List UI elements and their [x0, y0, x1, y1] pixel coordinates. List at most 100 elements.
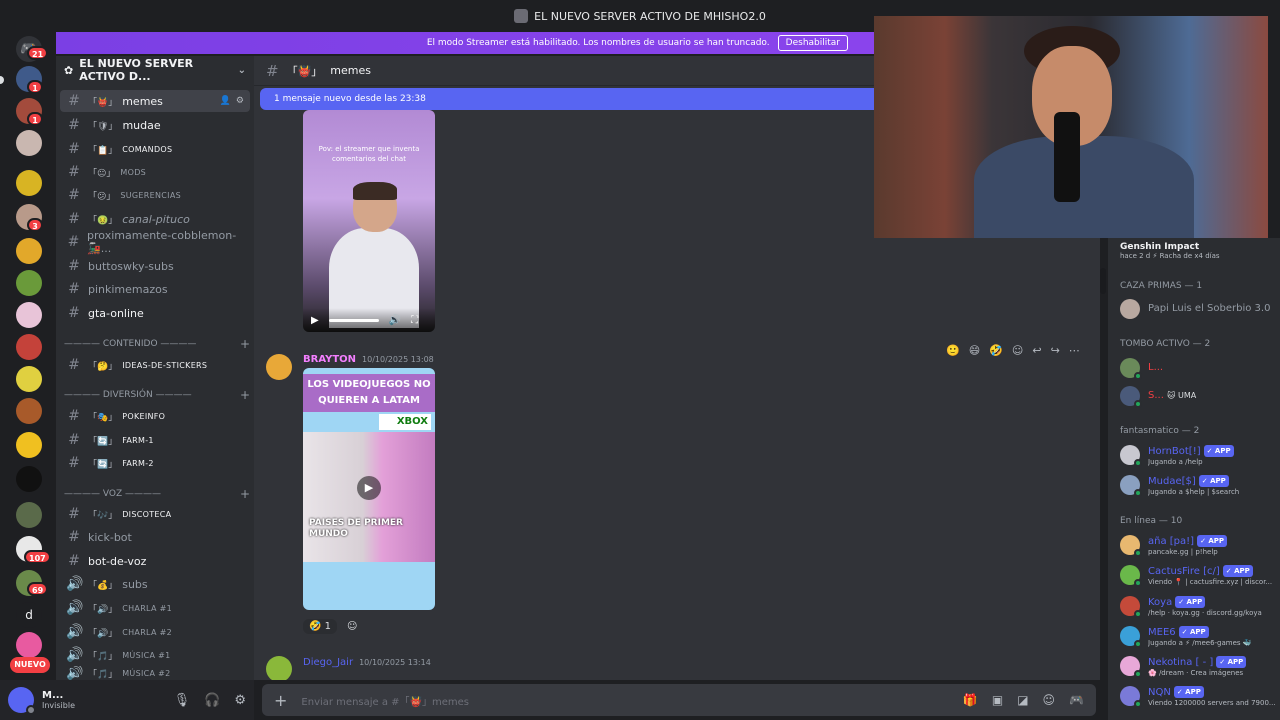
channel-pinkimemazos[interactable]: # pinkimemazos [60, 278, 250, 300]
more-icon[interactable]: ⋯ [1069, 344, 1080, 357]
add-channel-icon[interactable]: + [240, 337, 250, 351]
channel-sugerencias[interactable]: # 「😕」 SUGERENCIAS [60, 184, 250, 206]
channel-bot-de-voz[interactable]: # bot-de-voz [60, 550, 250, 572]
emoji-icon[interactable]: ☺ [1043, 693, 1056, 707]
category-voz[interactable]: ———— VOZ ———— + [64, 486, 250, 502]
channel-ideas-de-stickers[interactable]: # 「🤔」 IDEAS-DE-STICKERS [60, 354, 250, 376]
message-timestamp: 10/10/2025 13:08 [362, 355, 434, 364]
avatar [1120, 299, 1140, 319]
disable-streamer-button[interactable]: Deshabilitar [777, 35, 848, 51]
add-channel-icon[interactable]: + [240, 388, 250, 402]
member-item[interactable]: Papi Luis el Soberbio 3.0 [1120, 295, 1280, 323]
server-icon-4[interactable] [16, 170, 42, 196]
member-item[interactable]: MEE6 ✓ APP Jugando a ⚡ /mee6-games 🐳 [1120, 622, 1280, 650]
headphones-icon[interactable]: 🎧 [204, 693, 220, 708]
channel-memes[interactable]: # 「👹」 memes 👤 ⚙ [60, 90, 250, 112]
channel-label: gta-online [88, 306, 144, 320]
author-avatar[interactable] [266, 656, 292, 680]
volume-icon[interactable]: 🔊 [389, 315, 401, 326]
channel-mods[interactable]: # 「😐」 MODS [60, 161, 250, 183]
play-icon[interactable]: ▶ [357, 476, 381, 500]
server-icon-9[interactable] [16, 334, 42, 360]
activity-title: Genshin Impact [1120, 242, 1200, 252]
message-author[interactable]: BRAYTON 10/10/2025 13:08 [303, 354, 434, 365]
gear-icon[interactable]: ⚙ [234, 693, 246, 708]
user-info[interactable]: M... Invisible [42, 690, 75, 710]
channel-farm-2[interactable]: # 「🔄」 FARM-2 [60, 452, 250, 474]
member-item[interactable]: Nekotina [ - ] ✓ APP 🌸 /dream · Crea imág… [1120, 652, 1280, 680]
scrollbar[interactable] [1100, 268, 1106, 294]
channel-canal-pituco[interactable]: # 「🤢」 canal-pituco [60, 208, 250, 230]
server-icon-13[interactable] [16, 466, 42, 492]
channel-emoji: 「🔊」 [88, 628, 118, 639]
new-messages-bar[interactable]: 1 mensaje nuevo desde las 23:38 [260, 88, 880, 110]
add-member-icon[interactable]: 👤 [220, 96, 231, 106]
gif-icon[interactable]: ▣ [992, 693, 1003, 707]
server-icon-7[interactable] [16, 270, 42, 296]
channel-discoteca[interactable]: # 「🎶」 DISCOTECA [60, 503, 250, 525]
video-progress-bar[interactable] [328, 318, 379, 322]
channel-comandos[interactable]: # 「📋」 COMANDOS [60, 138, 250, 160]
new-badge[interactable]: NUEVO [10, 657, 50, 673]
add-reaction-icon[interactable]: ☺ [1012, 344, 1023, 357]
voice-channel-musica-1[interactable]: 🔊 「🎵」 MÚSICA #1 [60, 644, 250, 666]
voice-channel-charla-2[interactable]: 🔊 「🔊」 CHARLA #2 [60, 621, 250, 643]
channel-farm-1[interactable]: # 「🔄」 FARM-1 [60, 429, 250, 451]
category-contenido[interactable]: ———— CONTENIDO ———— + [64, 336, 250, 352]
gear-icon[interactable]: ⚙ [236, 96, 244, 106]
member-item[interactable]: CactusFire [c/] ✓ APP Viendo 📍 | cactusfi… [1120, 561, 1280, 589]
video-attachment-1[interactable]: Pov: el streamer que inventa comentarios… [303, 110, 435, 332]
member-item[interactable]: Koya ✓ APP /help · koya.gg · discord.gg/k… [1120, 592, 1280, 620]
server-icon-14[interactable] [16, 502, 42, 528]
microphone-icon[interactable]: 🎙 [174, 693, 191, 708]
server-header[interactable]: ✿ EL NUEVO SERVER ACTIVO D... ⌄ [56, 56, 254, 84]
voice-channel-subs[interactable]: 🔊 「💰」 subs [60, 573, 250, 595]
video-bottom-text: PAISES DE PRIMER MUNDO [309, 518, 403, 539]
message-author[interactable]: Diego_Jair 10/10/2025 13:14 [303, 657, 431, 668]
add-channel-icon[interactable]: + [240, 487, 250, 501]
member-name: Nekotina [ - ] [1148, 656, 1214, 668]
message-composer[interactable]: + Enviar mensaje a #「👹」memes 🎁 ▣ ◪ ☺ 🎮 [262, 684, 1096, 716]
server-icon-6[interactable] [16, 238, 42, 264]
activities-icon[interactable]: 🎮 [1069, 693, 1084, 707]
gift-icon[interactable]: 🎁 [963, 693, 978, 707]
reaction-quick-1-icon[interactable]: 🙂 [946, 344, 960, 357]
reaction-quick-3-icon[interactable]: 🤣 [989, 344, 1003, 357]
member-item[interactable]: S... 🐱 UMA [1120, 382, 1280, 410]
author-avatar[interactable] [266, 354, 292, 380]
reply-icon[interactable]: ↩ [1032, 344, 1041, 357]
activity-card[interactable]: Genshin Impact hace 2 d ⚡ Racha de x4 dí… [1120, 242, 1268, 260]
forward-icon[interactable]: ↪ [1051, 344, 1060, 357]
channel-emoji: 「👹」 [286, 64, 323, 78]
channel-proximamente[interactable]: # proximamente-cobblemon-🚂... [60, 229, 250, 255]
channel-mudae[interactable]: # 「🛡」 mudae [60, 114, 250, 136]
member-item[interactable]: Mudae[$] ✓ APP Jugando a $help | $search [1120, 471, 1280, 499]
voice-channel-charla-1[interactable]: 🔊 「🔊」 CHARLA #1 [60, 597, 250, 619]
category-diversion[interactable]: ———— DIVERSIÓN ———— + [64, 387, 250, 403]
play-icon[interactable]: ▶ [311, 315, 319, 326]
attach-plus-icon[interactable]: + [274, 691, 287, 710]
server-icon-8[interactable] [16, 302, 42, 328]
server-icon-10[interactable] [16, 366, 42, 392]
member-item[interactable]: HornBot[!] ✓ APP Jugando a /help [1120, 441, 1280, 469]
channel-kick-bot[interactable]: # kick-bot [60, 526, 250, 548]
channel-pokeinfo[interactable]: # 「🎭」 POKEINFO [60, 405, 250, 427]
server-icon-3[interactable] [16, 130, 42, 156]
fullscreen-icon[interactable]: ⛶ [411, 315, 418, 326]
channel-gta-online[interactable]: # gta-online [60, 302, 250, 324]
add-reaction-icon[interactable]: ☺ [347, 621, 357, 632]
member-item[interactable]: NQN ✓ APP Viendo 1200000 servers and 7900… [1120, 682, 1280, 710]
channel-buttoswky-subs[interactable]: # buttoswky-subs [60, 255, 250, 277]
server-icon-17[interactable] [16, 632, 42, 658]
dm-user-icon[interactable]: d [16, 602, 42, 628]
avatar[interactable] [8, 687, 36, 715]
member-item[interactable]: aña [pa!] ✓ APP pancake.gg | p!help [1120, 531, 1280, 559]
sticker-icon[interactable]: ◪ [1017, 693, 1028, 707]
reaction-quick-2-icon[interactable]: 😄 [969, 344, 980, 357]
video-attachment-2[interactable]: LOS VIDEOJUEGOS NO QUIEREN A LATAM XBOX … [303, 368, 435, 610]
reaction-chip[interactable]: 🤣 1 [303, 618, 338, 634]
server-icon-11[interactable] [16, 398, 42, 424]
member-item[interactable]: L... [1120, 354, 1280, 382]
server-icon-12[interactable] [16, 432, 42, 458]
voice-channel-musica-2[interactable]: 🔊 「🎵」 MÚSICA #2 [60, 666, 250, 680]
